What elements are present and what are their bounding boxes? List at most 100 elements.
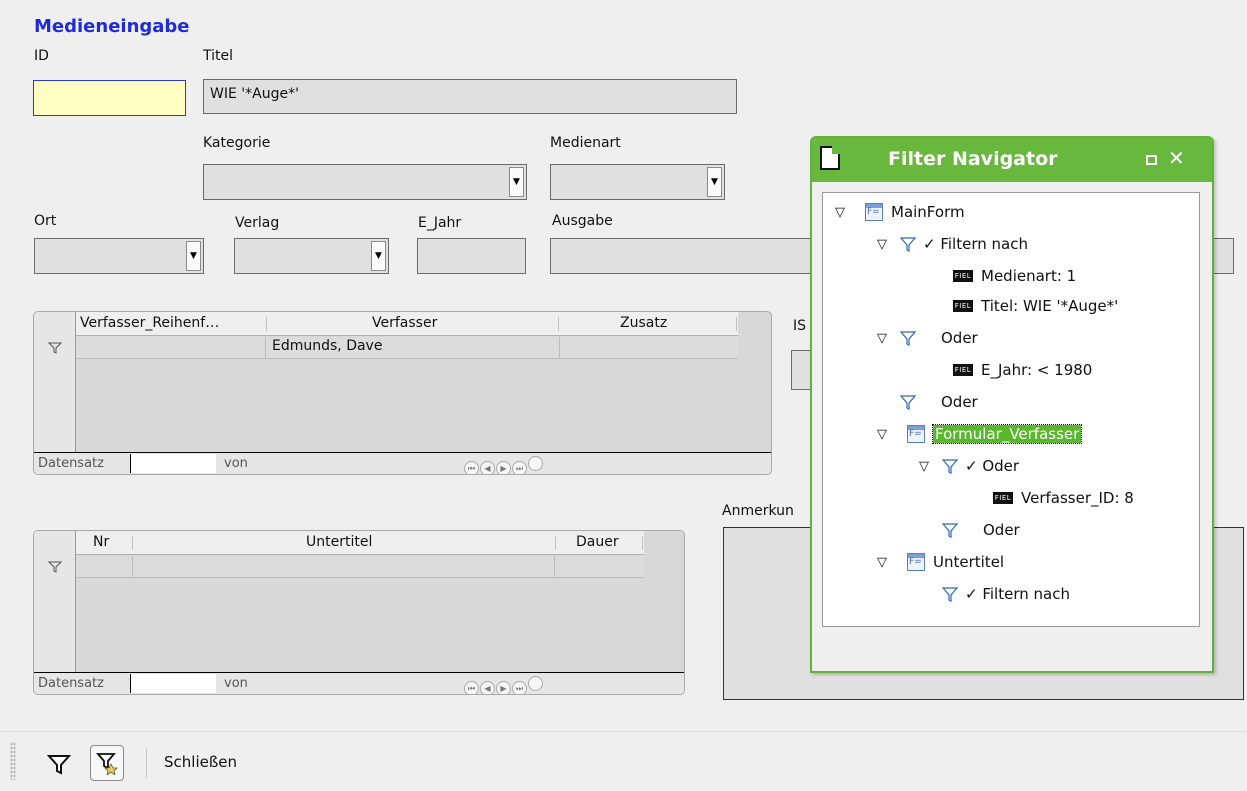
document-icon <box>820 146 840 170</box>
toolbar-separator <box>146 748 147 778</box>
column-separator <box>555 536 556 550</box>
expand-triangle-icon[interactable]: ▽ <box>877 427 899 442</box>
next-record-icon[interactable]: ▶ <box>496 681 511 694</box>
row-handle-column <box>34 312 76 452</box>
ort-combobox[interactable]: ▼ <box>34 238 204 274</box>
chevron-down-icon[interactable]: ▼ <box>186 241 201 271</box>
chevron-down-icon[interactable]: ▼ <box>707 167 722 197</box>
tree-item-untertitel[interactable]: ▽ Untertitel <box>877 553 1004 571</box>
previous-record-icon[interactable]: ◀ <box>480 461 495 474</box>
filter-navigator-titlebar[interactable]: Filter Navigator ✕ <box>812 138 1212 182</box>
close-icon[interactable]: ✕ <box>1168 146 1185 170</box>
tree-item-filter[interactable]: ▽ ✓ Oder <box>919 457 1019 475</box>
isbn-label: IS <box>793 318 807 334</box>
expand-triangle-icon[interactable]: ▽ <box>877 331 899 346</box>
verfasser-grid[interactable]: Verfasser_Reihenf… Verfasser Zusatz Edmu… <box>33 311 772 475</box>
verlag-combobox[interactable]: ▼ <box>234 238 389 274</box>
ausgabe-field-right-edge <box>1212 238 1234 274</box>
id-label: ID <box>34 48 49 64</box>
column-separator <box>132 536 133 550</box>
expand-triangle-icon[interactable]: ▽ <box>919 459 941 474</box>
table-cell[interactable]: Edmunds, Dave <box>272 338 382 354</box>
tree-item-condition[interactable]: FIEL Verfasser_ID: 8 <box>993 489 1134 507</box>
nav-buttons: ⏮ ◀ ▶ ⏭ <box>464 676 544 694</box>
tree-item-condition[interactable]: FIEL Medienart: 1 <box>953 267 1076 285</box>
table-cell[interactable] <box>76 556 133 578</box>
column-header[interactable]: Dauer <box>576 534 619 550</box>
next-record-icon[interactable]: ▶ <box>496 461 511 474</box>
tree-item-condition[interactable]: FIEL E_Jahr: < 1980 <box>953 361 1092 379</box>
tree-item-mainform[interactable]: ▽ MainForm <box>835 203 965 221</box>
apply-filter-icon[interactable] <box>46 752 72 776</box>
tree-item-label: E_Jahr: < 1980 <box>981 361 1093 379</box>
filter-row-icon <box>34 337 76 359</box>
form-filter-toolbar: Schließen <box>0 731 1247 791</box>
tree-item-label: Oder <box>983 521 1020 539</box>
close-button[interactable]: Schließen <box>164 753 237 771</box>
record-label: Datensatz <box>38 676 104 691</box>
table-cell[interactable] <box>76 337 266 359</box>
record-navigation-bar: Datensatz von ⏮ ◀ ▶ ⏭ <box>34 452 771 474</box>
tree-item-filter[interactable]: Oder <box>899 393 978 411</box>
tree-item-filter[interactable]: ▽ Oder <box>877 329 978 347</box>
maximize-icon[interactable] <box>1146 155 1157 165</box>
tree-item-formular-verfasser[interactable]: ▽ Formular_Verfasser <box>877 424 1083 444</box>
tree-item-label: ✓ Oder <box>965 457 1020 475</box>
table-cell[interactable] <box>133 556 555 578</box>
first-record-icon[interactable]: ⏮ <box>464 681 479 694</box>
tree-item-label: Medienart: 1 <box>981 267 1077 285</box>
record-number-input[interactable] <box>130 454 216 473</box>
column-header[interactable]: Nr <box>93 534 109 550</box>
chevron-down-icon[interactable]: ▼ <box>509 167 524 197</box>
tree-item-condition[interactable]: FIEL Titel: WIE '*Auge*' <box>953 297 1118 315</box>
previous-record-icon[interactable]: ◀ <box>480 681 495 694</box>
tree-item-filter[interactable]: ✓ Filtern nach <box>941 585 1070 603</box>
expand-triangle-icon[interactable]: ▽ <box>877 237 899 252</box>
id-field[interactable] <box>33 80 186 116</box>
expand-triangle-icon[interactable]: ▽ <box>877 555 899 570</box>
medienart-combobox[interactable]: ▼ <box>550 164 725 200</box>
kategorie-label: Kategorie <box>203 135 271 151</box>
column-separator <box>642 536 643 550</box>
column-header[interactable]: Untertitel <box>306 534 372 550</box>
column-separator <box>736 317 737 331</box>
filter-tree[interactable]: ▽ MainForm ▽ ✓ Filtern nach FIEL Mediena… <box>822 192 1200 627</box>
new-record-icon[interactable] <box>528 456 543 471</box>
untertitel-grid[interactable]: Nr Untertitel Dauer Datensatz von ⏮ ◀ ▶ ⏭ <box>33 530 685 695</box>
column-header[interactable]: Zusatz <box>620 315 667 331</box>
tree-item-label: ✓ Filtern nach <box>965 585 1070 603</box>
last-record-icon[interactable]: ⏭ <box>512 681 527 694</box>
first-record-icon[interactable]: ⏮ <box>464 461 479 474</box>
tree-item-filter[interactable]: Oder <box>941 521 1020 539</box>
funnel-icon <box>941 523 959 538</box>
record-number-input[interactable] <box>130 674 216 693</box>
e-jahr-field[interactable] <box>417 238 526 274</box>
new-record-icon[interactable] <box>528 676 543 691</box>
filter-navigator-window[interactable]: Filter Navigator ✕ ▽ MainForm ▽ ✓ Filter… <box>810 136 1214 673</box>
column-header[interactable]: Verfasser_Reihenf… <box>80 315 219 331</box>
last-record-icon[interactable]: ⏭ <box>512 461 527 474</box>
of-label: von <box>224 676 248 691</box>
tree-item-label: ✓ Filtern nach <box>923 235 1028 253</box>
tree-item-label: Verfasser_ID: 8 <box>1021 489 1134 507</box>
chevron-down-icon[interactable]: ▼ <box>371 241 386 271</box>
ort-label: Ort <box>34 213 57 229</box>
funnel-icon <box>941 587 959 602</box>
column-header[interactable]: Verfasser <box>372 315 437 331</box>
record-label: Datensatz <box>38 456 104 471</box>
tree-item-filter[interactable]: ▽ ✓ Filtern nach <box>877 235 1028 253</box>
ausgabe-field[interactable] <box>550 238 812 274</box>
titel-field[interactable]: WIE '*Auge*' <box>203 79 737 114</box>
table-row[interactable]: Edmunds, Dave <box>76 337 738 359</box>
e-jahr-label: E_Jahr <box>418 215 462 231</box>
table-cell[interactable] <box>555 556 644 578</box>
ausgabe-label: Ausgabe <box>552 213 613 229</box>
toolbar-grip[interactable] <box>10 742 16 780</box>
kategorie-combobox[interactable]: ▼ <box>203 164 527 200</box>
filter-navigator-title: Filter Navigator <box>888 148 1058 170</box>
expand-triangle-icon[interactable]: ▽ <box>835 205 857 220</box>
table-row[interactable] <box>76 556 644 578</box>
record-navigation-bar: Datensatz von ⏮ ◀ ▶ ⏭ <box>34 672 684 694</box>
filter-navigator-toggle-button[interactable] <box>90 745 124 781</box>
tree-item-label: Oder <box>941 329 978 347</box>
